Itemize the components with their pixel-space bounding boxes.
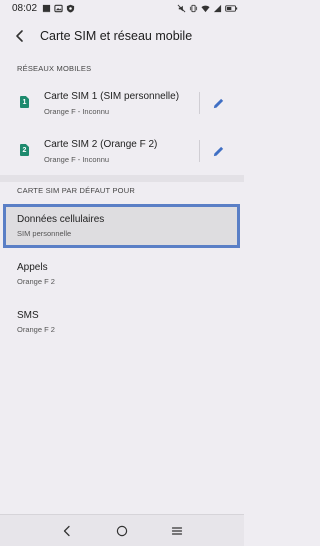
section-divider — [0, 175, 244, 182]
back-button[interactable] — [2, 22, 38, 50]
divider-vertical — [199, 92, 200, 114]
navigation-bar — [0, 514, 244, 546]
status-right-icons — [177, 4, 238, 13]
wifi-icon — [201, 5, 210, 13]
vibrate-icon — [189, 4, 198, 13]
default-calls-title: Appels — [17, 262, 48, 273]
default-data-item[interactable]: Données cellulaires SIM personnelle — [3, 204, 240, 248]
sim-row-1[interactable]: 1 Carte SIM 1 (SIM personnelle) Orange F… — [0, 82, 244, 124]
default-calls-subtitle: Orange F 2 — [17, 277, 55, 286]
nav-home-button[interactable] — [110, 519, 134, 543]
default-data-title: Données cellulaires — [17, 214, 105, 225]
signal-icon — [213, 4, 222, 13]
mute-icon — [177, 4, 186, 13]
section-header-networks: RÉSEAUX MOBILES — [17, 64, 92, 73]
edit-sim-1-button[interactable] — [208, 93, 228, 113]
home-icon — [116, 525, 128, 536]
image-icon — [54, 4, 63, 13]
sim-1-icon: 1 — [20, 96, 29, 108]
default-sms-subtitle: Orange F 2 — [17, 325, 55, 334]
back-arrow-icon — [16, 30, 23, 42]
pencil-icon — [213, 98, 223, 108]
sim-1-title: Carte SIM 1 (SIM personnelle) — [44, 91, 180, 102]
app-bar: Carte SIM et réseau mobile — [0, 22, 244, 50]
edit-sim-2-button[interactable] — [208, 141, 228, 161]
sim-2-icon: 2 — [20, 144, 29, 156]
status-time: 08:02 — [12, 3, 38, 14]
sim-2-title: Carte SIM 2 (Orange F 2) — [44, 139, 158, 150]
nav-back-button[interactable] — [55, 519, 79, 543]
default-sms-title: SMS — [17, 310, 39, 321]
section-header-default: CARTE SIM PAR DÉFAUT POUR — [17, 186, 135, 195]
default-sms-item[interactable]: SMS Orange F 2 — [0, 300, 244, 344]
divider-vertical — [199, 140, 200, 162]
shield-icon — [66, 4, 75, 13]
page-title: Carte SIM et réseau mobile — [40, 29, 193, 43]
sim-1-subtitle: Orange F - Inconnu — [44, 107, 110, 116]
back-icon — [64, 525, 70, 536]
battery-icon — [225, 5, 238, 12]
default-data-subtitle: SIM personnelle — [17, 229, 72, 238]
notification-icon — [42, 4, 51, 13]
pencil-icon — [213, 146, 223, 156]
recents-icon — [171, 526, 182, 535]
status-bar: 08:02 — [0, 0, 244, 17]
default-calls-item[interactable]: Appels Orange F 2 — [0, 252, 244, 296]
sim-2-subtitle: Orange F - Inconnu — [44, 155, 110, 164]
sim-row-2[interactable]: 2 Carte SIM 2 (Orange F 2) Orange F - In… — [0, 130, 244, 172]
status-left-icons — [42, 4, 75, 13]
nav-recents-button[interactable] — [165, 519, 189, 543]
